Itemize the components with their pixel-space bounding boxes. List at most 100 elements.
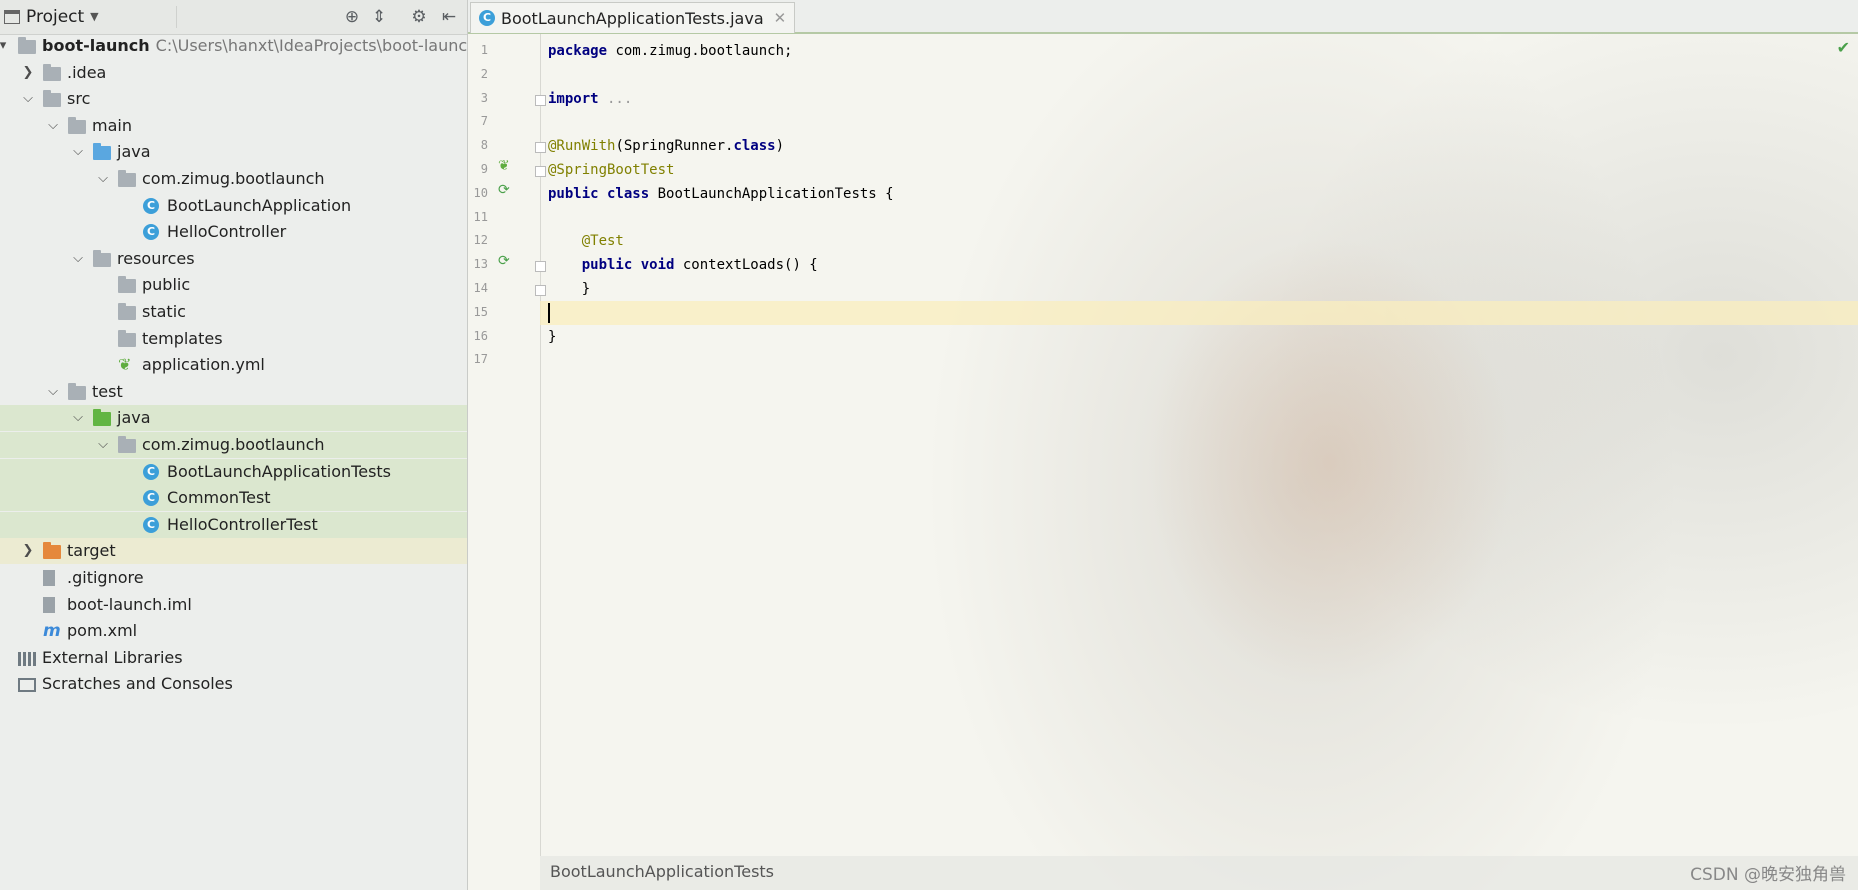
chevron-down-icon[interactable]: ⌵ <box>46 113 60 139</box>
tree-item-label: Scratches and Consoles <box>42 671 233 697</box>
tree-item-name: boot-launch.iml <box>67 594 192 614</box>
tree-item[interactable]: boot-launch.iml <box>0 592 467 618</box>
chevron-down-icon[interactable]: ⌵ <box>46 379 60 405</box>
tree-item-name: java <box>117 142 151 162</box>
code-token: com.zimug.bootlaunch; <box>607 43 793 59</box>
tree-item-label: com.zimug.bootlaunch <box>142 432 325 458</box>
tree-item-name: src <box>67 89 91 109</box>
source-folder-icon <box>93 143 111 161</box>
tree-item[interactable]: ⌵ resources <box>0 246 467 272</box>
hide-icon[interactable]: ⇤ <box>438 6 460 28</box>
scratches-icon <box>18 678 36 693</box>
tab-label: BootLaunchApplicationTests.java <box>501 8 764 28</box>
code-token: } <box>548 328 557 345</box>
project-view-selector[interactable]: Project ▼ <box>4 0 99 34</box>
tree-item-name: BootLaunchApplication <box>167 195 352 215</box>
chevron-down-icon[interactable]: ⌵ <box>71 246 85 272</box>
tree-item-label: static <box>142 299 186 325</box>
collapse-all-icon[interactable]: ⇕ <box>368 6 390 28</box>
tree-item[interactable]: templates <box>0 326 467 352</box>
tree-item[interactable]: C BootLaunchApplication <box>0 193 467 219</box>
tree-item-label: .gitignore <box>67 565 144 591</box>
tree-item[interactable]: ⌵ com.zimug.bootlaunch <box>0 166 467 192</box>
run-test-icon[interactable]: ⟳ <box>498 253 510 269</box>
line-number: 15 <box>473 304 488 319</box>
spring-config-icon: ❦ <box>118 355 132 375</box>
code-line: public void contextLoads() { <box>548 253 818 277</box>
chevron-right-icon[interactable]: ❯ <box>21 538 35 564</box>
chevron-right-icon[interactable]: ❯ <box>21 60 35 86</box>
tree-item[interactable]: public <box>0 272 467 298</box>
fold-marker-icon[interactable] <box>535 285 546 296</box>
toolbar-divider <box>176 6 177 28</box>
tree-item[interactable]: ❦ application.yml <box>0 352 467 378</box>
tree-item[interactable]: ⌵ java <box>0 405 467 432</box>
locate-icon[interactable]: ⊕ <box>341 6 363 28</box>
tree-item[interactable]: ⌵ main <box>0 113 467 139</box>
code-token: @SpringBootTest <box>548 162 675 178</box>
fold-marker-icon[interactable] <box>535 94 546 106</box>
code-line: import ... <box>548 87 632 111</box>
line-number: 13 <box>473 257 488 272</box>
tree-item[interactable]: static <box>0 299 467 325</box>
code-token: } <box>548 281 591 297</box>
tree-item[interactable]: .gitignore <box>0 565 467 591</box>
chevron-down-icon[interactable]: ⌵ <box>71 139 85 165</box>
class-icon: C <box>143 463 159 480</box>
folder-icon <box>43 63 61 81</box>
tree-item[interactable]: ⌵ src <box>0 86 467 112</box>
tree-item-label: test <box>92 379 123 405</box>
file-icon <box>43 596 55 613</box>
file-icon <box>43 570 55 586</box>
close-icon[interactable]: ✕ <box>774 9 787 27</box>
inspection-ok-icon[interactable]: ✔ <box>1837 38 1850 57</box>
tree-item-label: src <box>67 86 90 112</box>
chevron-down-icon[interactable]: ▾ <box>0 33 10 59</box>
fold-marker-icon[interactable] <box>535 142 546 154</box>
spring-bean-icon[interactable]: ❦ <box>498 158 510 174</box>
tree-item[interactable]: ⌵ com.zimug.bootlaunch <box>0 432 467 458</box>
breadcrumb[interactable]: BootLaunchApplicationTests <box>550 862 774 881</box>
tree-item[interactable]: ❯ target <box>0 538 467 565</box>
tree-item[interactable]: ⌵ test <box>0 379 467 405</box>
run-test-icon[interactable]: ⟳ <box>498 182 510 198</box>
fold-marker-icon[interactable] <box>535 166 546 177</box>
code-token: class <box>733 138 776 155</box>
chevron-down-icon[interactable]: ⌵ <box>71 405 85 431</box>
tree-item[interactable]: m pom.xml <box>0 618 467 644</box>
class-icon: C <box>143 490 159 507</box>
tree-item[interactable]: ❯ .idea <box>0 60 467 86</box>
chevron-down-icon[interactable]: ⌵ <box>21 86 35 112</box>
tab-bootlaunchapplicationtests[interactable]: C BootLaunchApplicationTests.java ✕ <box>470 2 796 33</box>
tree-item[interactable]: C BootLaunchApplicationTests <box>0 458 467 485</box>
chevron-down-icon[interactable]: ⌵ <box>96 166 110 192</box>
tree-item-label: application.yml <box>142 352 265 378</box>
tree-item-name: boot-launch <box>42 36 150 55</box>
tree-item[interactable]: ⌵ java <box>0 139 467 165</box>
tree-item-label: java <box>117 139 151 165</box>
code-line: @RunWith(SpringRunner.class) <box>548 134 784 158</box>
project-panel: Project ▼ ⊕ ⇕ ⚙ ⇤ ▾ boot-launch C:\Users\h… <box>0 0 477 890</box>
fold-marker-icon[interactable] <box>535 261 546 273</box>
tree-item[interactable]: C HelloControllerTest <box>0 511 467 538</box>
tree-item-name: CommonTest <box>167 488 271 508</box>
tree-item[interactable]: Scratches and Consoles <box>0 671 467 697</box>
tree-item-label: templates <box>142 326 223 352</box>
tree-item-label: target <box>67 538 116 564</box>
line-number: 3 <box>480 90 488 105</box>
project-path: C:\Users\hanxt\IdeaProjects\boot-launch <box>155 36 478 55</box>
chevron-down-icon[interactable]: ⌵ <box>96 432 110 458</box>
line-number: 8 <box>480 138 488 153</box>
code-line: } <box>548 325 556 349</box>
settings-icon[interactable]: ⚙ <box>408 6 430 28</box>
line-number: 2 <box>480 66 488 81</box>
tree-item[interactable]: C CommonTest <box>0 485 467 512</box>
tree-item[interactable]: External Libraries <box>0 645 467 671</box>
code-line: } <box>548 277 590 301</box>
editor-gutter: 1 2 3 7 8 9 10 11 12 13 14 15 16 17 ❦ ⟳ ⟳ <box>468 34 546 856</box>
folder-icon <box>68 116 86 134</box>
chevron-down-icon: ▼ <box>90 10 99 23</box>
tree-item[interactable]: C HelloController <box>0 219 467 245</box>
tree-item[interactable]: ▾ boot-launch C:\Users\hanxt\IdeaProjects\… <box>0 33 477 59</box>
resources-folder-icon <box>93 249 111 267</box>
